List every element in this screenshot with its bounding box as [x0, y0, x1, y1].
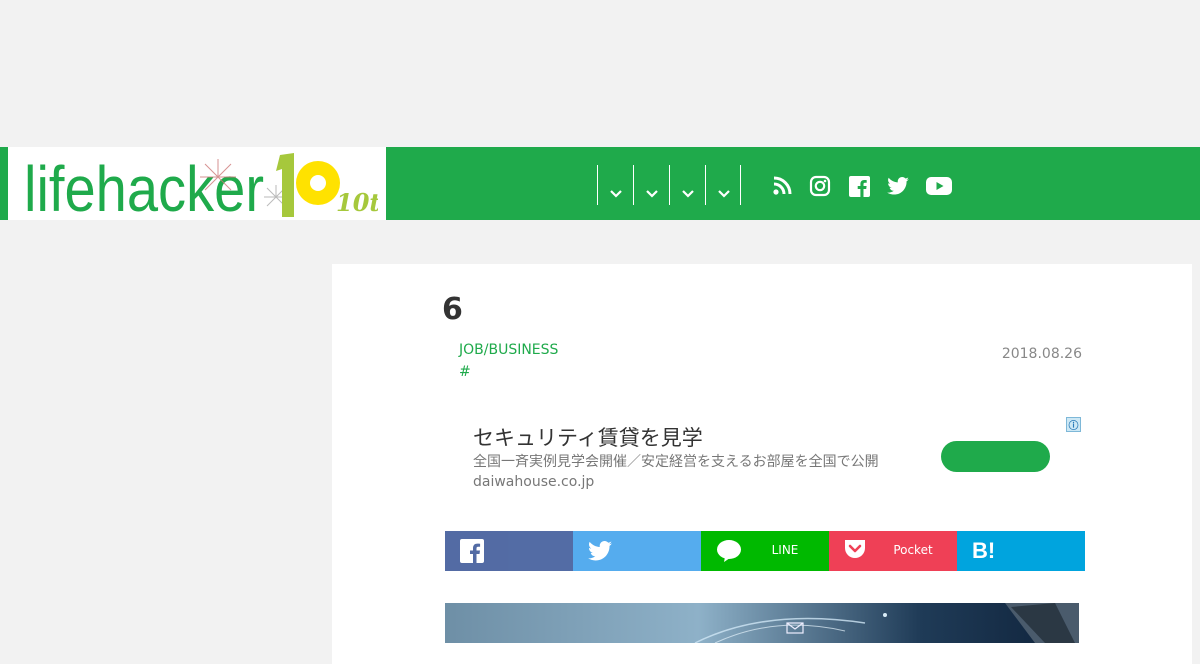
ad-unit[interactable]: ⓘ セキュリティ賃貸を見学 全国一斉実例見学会開催／安定経営を支えるお部屋を全国… — [442, 414, 1082, 494]
share-bar: LINE Pocket B! — [445, 531, 1085, 571]
site-logo[interactable]: lifehacker 10th — [0, 147, 386, 220]
youtube-link[interactable] — [926, 174, 952, 198]
nav-dropdown-1[interactable] — [597, 165, 633, 205]
category-link[interactable]: JOB/BUSINESS — [459, 342, 558, 358]
nav-dropdown-3[interactable] — [669, 165, 705, 205]
hashtag-link[interactable]: # — [459, 364, 471, 380]
youtube-icon — [926, 177, 952, 195]
twitter-icon — [887, 177, 909, 195]
nav-dropdown-2[interactable] — [633, 165, 669, 205]
article-title: 6 — [442, 292, 463, 327]
twitter-link[interactable] — [886, 174, 910, 198]
twitter-icon — [588, 541, 612, 561]
chevron-down-icon — [610, 190, 622, 198]
chevron-down-icon — [646, 190, 658, 198]
share-line-label: LINE — [771, 543, 799, 557]
ad-info-icon[interactable]: ⓘ — [1066, 417, 1081, 432]
rss-link[interactable] — [770, 174, 794, 198]
ad-cta-button[interactable] — [941, 441, 1050, 472]
ad-headline[interactable]: セキュリティ賃貸を見学 — [473, 422, 703, 452]
facebook-icon — [460, 539, 484, 563]
rss-icon — [773, 176, 792, 195]
facebook-link[interactable] — [847, 174, 871, 198]
svg-text:B!: B! — [972, 539, 995, 561]
article-card: 6 JOB/BUSINESS # 2018.08.26 ⓘ セキュリティ賃貸を見… — [332, 264, 1192, 664]
chevron-down-icon — [682, 190, 694, 198]
hero-graphic — [694, 603, 1079, 644]
hatena-bookmark-icon: B! — [972, 539, 995, 561]
share-twitter-button[interactable] — [573, 531, 701, 571]
svg-text:10th: 10th — [336, 188, 378, 217]
logo-stripe — [0, 147, 8, 220]
instagram-icon — [809, 175, 831, 197]
chevron-down-icon — [718, 190, 730, 198]
main-nav-bar — [386, 147, 1200, 220]
share-pocket-label: Pocket — [893, 543, 933, 557]
share-line-button[interactable]: LINE — [701, 531, 829, 571]
share-facebook-button[interactable] — [445, 531, 573, 571]
ad-description: 全国一斉実例見学会開催／安定経営を支えるお部屋を全国で公開 daiwahouse… — [473, 454, 879, 490]
share-hatena-button[interactable]: B! — [957, 531, 1085, 571]
facebook-icon — [848, 175, 870, 197]
instagram-link[interactable] — [808, 174, 832, 198]
article-date: 2018.08.26 — [1001, 346, 1082, 362]
nav-dropdown-4[interactable] — [705, 165, 741, 205]
article-hero-image — [445, 603, 1079, 644]
logo-graphic: lifehacker 10th — [24, 153, 378, 220]
share-pocket-button[interactable]: Pocket — [829, 531, 957, 571]
